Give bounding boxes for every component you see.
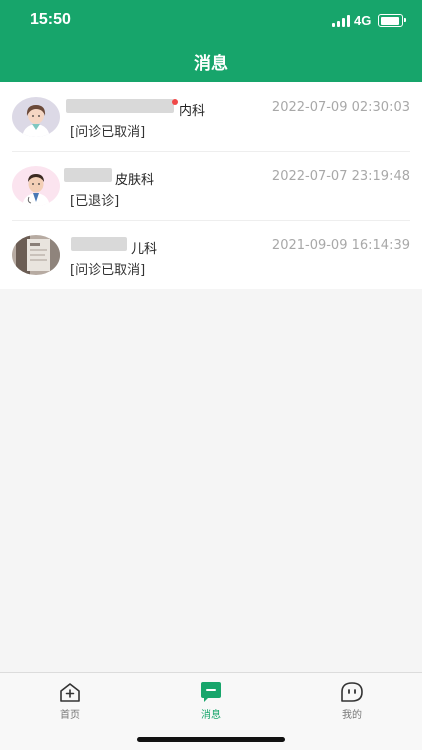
message-item[interactable]: 内科 2022-07-09 02:30:03 [问诊已取消] bbox=[0, 82, 422, 151]
status-time: 15:50 bbox=[30, 11, 71, 28]
tab-home[interactable]: 首页 bbox=[0, 673, 140, 723]
page-title: 消息 bbox=[194, 54, 228, 74]
app-header: 15:50 4G 消息 bbox=[0, 0, 422, 82]
tab-home-label: 首页 bbox=[60, 710, 80, 721]
home-indicator bbox=[137, 737, 285, 742]
department-label: 儿科 bbox=[131, 242, 158, 257]
doctor-avatar-male bbox=[12, 166, 60, 206]
battery-icon bbox=[378, 14, 406, 27]
message-timestamp: 2022-07-09 02:30:03 bbox=[271, 100, 410, 115]
message-icon bbox=[201, 682, 221, 702]
home-icon bbox=[60, 683, 80, 702]
message-timestamp: 2022-07-07 23:19:48 bbox=[271, 169, 410, 184]
doctor-avatar-photo bbox=[12, 235, 60, 275]
tab-messages[interactable]: 消息 bbox=[141, 673, 281, 723]
message-item[interactable]: 儿科 2021-09-09 16:14:39 [问诊已取消] bbox=[0, 220, 422, 289]
doctor-avatar-female bbox=[12, 97, 60, 137]
name-redacted bbox=[71, 237, 127, 251]
network-type: 4G bbox=[354, 13, 372, 28]
message-status: [问诊已取消] bbox=[70, 125, 146, 140]
message-timestamp: 2021-09-09 16:14:39 bbox=[271, 238, 410, 253]
tab-messages-label: 消息 bbox=[201, 710, 221, 721]
profile-icon bbox=[341, 682, 363, 702]
message-list: 内科 2022-07-09 02:30:03 [问诊已取消] 皮肤科 2022-… bbox=[0, 82, 422, 289]
status-bar: 15:50 4G bbox=[0, 0, 422, 42]
signal-icon bbox=[332, 15, 350, 27]
name-redacted bbox=[64, 168, 112, 182]
department-label: 内科 bbox=[179, 104, 206, 119]
unread-dot bbox=[172, 99, 178, 105]
department-label: 皮肤科 bbox=[115, 173, 155, 188]
message-status: [问诊已取消] bbox=[70, 263, 146, 278]
message-status: [已退诊] bbox=[70, 194, 120, 209]
name-redacted bbox=[66, 99, 174, 113]
tab-mine[interactable]: 我的 bbox=[282, 673, 422, 723]
tab-mine-label: 我的 bbox=[342, 710, 362, 721]
message-item[interactable]: 皮肤科 2022-07-07 23:19:48 [已退诊] bbox=[0, 151, 422, 220]
